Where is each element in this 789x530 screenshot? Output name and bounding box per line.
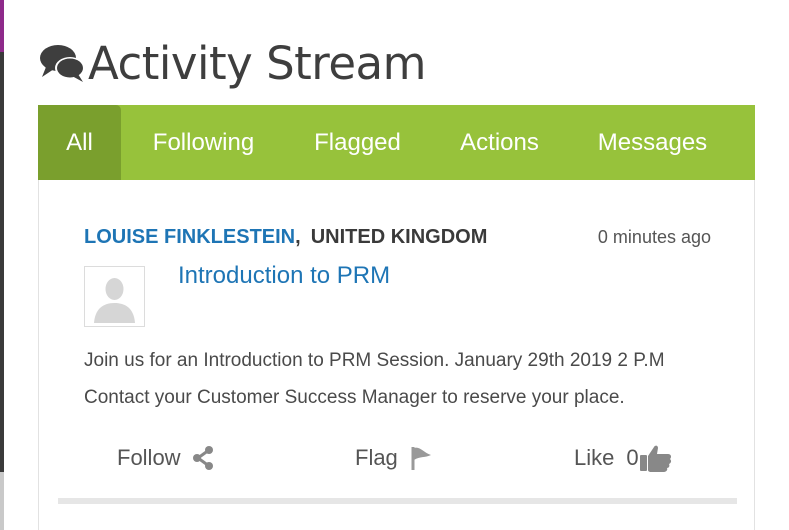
post-title-link[interactable]: Introduction to PRM — [178, 262, 390, 290]
post-body: Join us for an Introduction to PRM Sessi… — [84, 342, 724, 416]
like-label: Like — [574, 445, 615, 470]
thumbs-up-icon — [639, 445, 671, 472]
activity-tabs: All Following Flagged Actions Messages — [38, 105, 755, 180]
tab-all[interactable]: All — [38, 105, 121, 180]
activity-post: LOUISE FINKLESTEIN , UNITED KINGDOM 0 mi… — [38, 180, 755, 530]
post-divider — [58, 498, 737, 504]
chat-bubbles-icon — [40, 45, 85, 82]
tab-following[interactable]: Following — [121, 105, 286, 180]
follow-button[interactable]: Follow — [117, 436, 215, 480]
post-timestamp: 0 minutes ago — [597, 226, 711, 247]
page-title-text: Activity Stream — [88, 36, 426, 90]
page-title: Activity Stream — [38, 34, 426, 92]
flag-icon — [411, 447, 431, 470]
tab-actions[interactable]: Actions — [429, 105, 570, 180]
left-edge-purple — [0, 0, 4, 52]
follow-label: Follow — [117, 445, 181, 470]
post-header: LOUISE FINKLESTEIN , UNITED KINGDOM 0 mi… — [84, 224, 711, 250]
left-edge-strip — [0, 0, 4, 530]
post-location: UNITED KINGDOM — [310, 225, 488, 248]
share-icon — [192, 446, 213, 470]
avatar[interactable] — [84, 266, 145, 327]
post-actions: Follow Flag Like 0 — [84, 436, 734, 480]
like-button[interactable]: Like 0 — [574, 436, 673, 480]
post-author[interactable]: LOUISE FINKLESTEIN — [84, 226, 295, 249]
flag-button[interactable]: Flag — [355, 436, 434, 480]
default-user-avatar — [85, 267, 144, 326]
like-count: 0 — [626, 445, 639, 470]
flag-label: Flag — [355, 445, 398, 470]
author-separator: , — [295, 225, 301, 248]
tab-flagged[interactable]: Flagged — [286, 105, 429, 180]
post-body-line: Join us for an Introduction to PRM Sessi… — [84, 350, 665, 371]
tab-messages[interactable]: Messages — [570, 105, 735, 180]
post-body-line: Contact your Customer Success Manager to… — [84, 387, 625, 408]
left-edge-light — [0, 472, 4, 530]
